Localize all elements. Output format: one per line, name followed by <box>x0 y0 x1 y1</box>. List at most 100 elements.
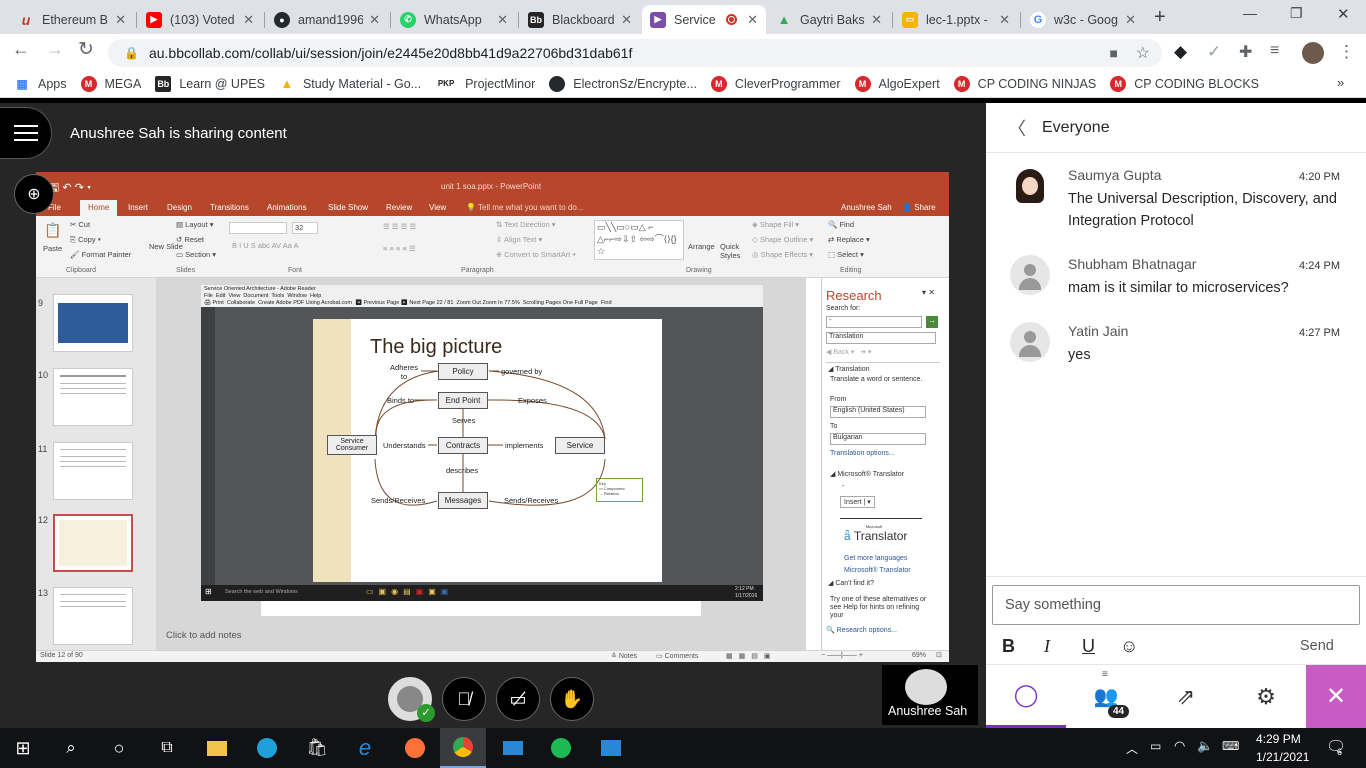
reset-button[interactable]: ↺ Reset <box>176 235 204 244</box>
minimize-button[interactable]: — <box>1243 5 1257 21</box>
research-back-button[interactable]: ◀ Back ▾ ➔ ▾ <box>826 348 872 356</box>
ms-translator-link[interactable]: Microsoft® Translator <box>844 567 911 574</box>
bold-button[interactable]: B <box>1002 636 1015 657</box>
close-icon[interactable]: ✕ <box>243 12 254 28</box>
windows-start-button[interactable]: ⊞ <box>0 728 46 768</box>
bookmark-cleverprogrammer[interactable]: M CleverProgrammer <box>710 75 841 92</box>
bookmark-apps[interactable]: ▦ Apps <box>14 76 66 92</box>
cortana-button[interactable]: ○ <box>96 728 142 768</box>
extension-icon[interactable]: ◆ <box>1174 42 1187 62</box>
paste-button[interactable]: Paste <box>43 244 62 253</box>
smartart-button[interactable]: ⎈ Convert to SmartArt ▾ <box>496 250 576 260</box>
tab-1[interactable]: ▶ (103) Voted ✕ <box>138 5 262 34</box>
close-icon[interactable]: ✕ <box>115 12 126 28</box>
tab-3[interactable]: ✆ WhatsApp ✕ <box>392 5 516 34</box>
tab-2[interactable]: ● amand1996 ✕ <box>266 5 388 34</box>
bookmark-project-minor[interactable]: PKP ProjectMinor <box>435 76 535 92</box>
tab-8[interactable]: Gw3c - Goog ✕ <box>1022 5 1144 34</box>
address-bar[interactable]: 🔒 au.bbcollab.com/collab/ui/session/join… <box>108 39 1162 67</box>
edge-button[interactable] <box>244 728 290 768</box>
notes-placeholder[interactable]: Click to add notes <box>166 630 242 641</box>
search-button[interactable]: ⌕ <box>48 728 94 768</box>
view-buttons[interactable]: ▦▦▤▣ <box>726 652 776 660</box>
bookmark-cp-coding-ninjas[interactable]: M CP CODING NINJAS <box>953 75 1096 92</box>
camera-blocked-icon[interactable]: ■ <box>1110 45 1118 61</box>
ppt-share-button[interactable]: 👤 Share <box>902 203 936 212</box>
ribbon-tab-insert[interactable]: Insert <box>128 203 148 212</box>
shape-effects-button[interactable]: ◎ Shape Effects ▾ <box>752 250 813 259</box>
bookmarks-overflow-icon[interactable]: » <box>1337 75 1344 90</box>
fit-to-window-icon[interactable]: ⊡ <box>936 651 942 659</box>
back-arrow-icon[interactable]: ← <box>12 39 30 60</box>
shapes-gallery[interactable]: ▭╲╲▭○▭△ ⌐ △⌐⌐⇨⇩⇧ ⇦⇨⌒⟨⟩{}☆ <box>594 220 684 260</box>
bookmark-learn-upes[interactable]: Bb Learn @ UPES <box>155 75 265 92</box>
wifi-icon[interactable]: ◠ <box>1174 738 1185 754</box>
window-close-button[interactable]: ✕ <box>1337 5 1350 23</box>
my-status-button[interactable]: ✓ <box>388 677 435 722</box>
microphone-off-button[interactable]: 🎙̸ <box>442 677 486 721</box>
arrange-button[interactable]: Arrange <box>688 242 715 251</box>
chat-message-input[interactable]: Say something <box>992 585 1360 625</box>
ribbon-tab-design[interactable]: Design <box>167 203 192 212</box>
tab-6[interactable]: ▲ Gaytri Baksl ✕ <box>768 5 890 34</box>
clock-date[interactable]: 1/21/2021 <box>1256 750 1309 764</box>
tab-7[interactable]: ▭ lec-1.pptx - ✕ <box>894 5 1018 34</box>
italic-button[interactable]: I <box>1044 636 1050 657</box>
close-icon[interactable]: ✕ <box>1125 12 1136 28</box>
research-search-input[interactable]: - <box>826 316 922 328</box>
emoji-button[interactable]: ☺ <box>1120 636 1138 657</box>
ribbon-tab-home[interactable]: Home <box>80 200 118 216</box>
zoom-slider[interactable]: − ——|—— + <box>821 652 863 659</box>
paste-icon[interactable]: 📋 <box>44 222 61 239</box>
close-icon[interactable]: ✕ <box>369 12 380 28</box>
research-source-select[interactable]: Translation <box>826 332 936 344</box>
photos-button[interactable] <box>588 728 634 768</box>
research-go-icon[interactable]: → <box>926 316 938 328</box>
get-more-languages-link[interactable]: Get more languages <box>844 555 907 562</box>
profile-avatar[interactable] <box>1302 42 1324 64</box>
tab-0[interactable]: u Ethereum B ✕ <box>10 5 134 34</box>
reader-tools[interactable]: 🖨 Print Collaborate Create Adobe PDF Usi… <box>204 300 612 306</box>
close-icon[interactable]: ✕ <box>621 12 632 28</box>
bookmark-cp-coding-blocks[interactable]: M CP CODING BLOCKS <box>1110 75 1259 92</box>
ribbon-tab-view[interactable]: View <box>429 203 446 212</box>
replace-button[interactable]: ⇄ Replace ▾ <box>828 235 870 244</box>
keyboard-icon[interactable]: ⌨ <box>1222 739 1239 753</box>
notes-toggle[interactable]: ≙ Notes <box>611 652 637 660</box>
bookmark-study-material[interactable]: ▲ Study Material - Go... <box>279 76 422 92</box>
new-tab-button[interactable]: + <box>1154 6 1166 29</box>
chrome-menu-icon[interactable]: ⋮ <box>1338 42 1355 62</box>
chat-tab[interactable]: ◯ <box>986 665 1066 728</box>
content-zoom-button[interactable]: ⊕ <box>14 174 54 214</box>
volume-icon[interactable]: 🔈 <box>1197 738 1213 754</box>
slide-thumbnail[interactable] <box>53 442 133 500</box>
tab-4[interactable]: Bb Blackboard ✕ <box>520 5 640 34</box>
from-language-select[interactable]: English (United States) <box>830 406 926 418</box>
ribbon-tab-slideshow[interactable]: Slide Show <box>328 203 368 212</box>
settings-tab[interactable]: ⚙ <box>1226 665 1306 728</box>
ribbon-tab-review[interactable]: Review <box>386 203 412 212</box>
select-button[interactable]: ⬚ Select ▾ <box>828 250 864 259</box>
section-button[interactable]: ▭ Section ▾ <box>176 250 216 259</box>
shape-outline-button[interactable]: ◇ Shape Outline ▾ <box>752 235 813 244</box>
to-language-select[interactable]: Bulgarian <box>830 433 926 445</box>
reload-icon[interactable]: ↻ <box>78 38 94 61</box>
bookmark-star-icon[interactable]: ☆ <box>1136 43 1150 63</box>
camera-off-button[interactable]: ▭̸ <box>496 677 540 721</box>
underline-button[interactable]: U <box>1082 636 1095 657</box>
research-insert-button[interactable]: Insert | ▾ <box>840 496 875 508</box>
bookmark-electronsz[interactable]: ElectronSz/Encrypte... <box>549 75 697 92</box>
close-panel-button[interactable]: ✕ <box>1306 665 1366 728</box>
align-text-button[interactable]: ⇳ Align Text ▾ <box>496 235 542 244</box>
slide-thumbnail[interactable] <box>53 368 133 426</box>
copy-button[interactable]: ⎘ Copy ▾ <box>70 235 101 245</box>
shape-fill-button[interactable]: ◈ Shape Fill ▾ <box>752 220 799 229</box>
close-icon[interactable]: ✕ <box>871 12 882 28</box>
chrome-button[interactable] <box>440 728 486 768</box>
share-content-tab[interactable]: ⇗ <box>1146 665 1226 728</box>
ribbon-tab-transitions[interactable]: Transitions <box>210 203 249 212</box>
battery-icon[interactable]: ▭ <box>1150 739 1161 753</box>
bookmark-algoexpert[interactable]: M AlgoExpert <box>854 75 940 92</box>
layout-button[interactable]: ▤ Layout ▾ <box>176 220 214 229</box>
ie-button[interactable]: e <box>342 728 388 768</box>
